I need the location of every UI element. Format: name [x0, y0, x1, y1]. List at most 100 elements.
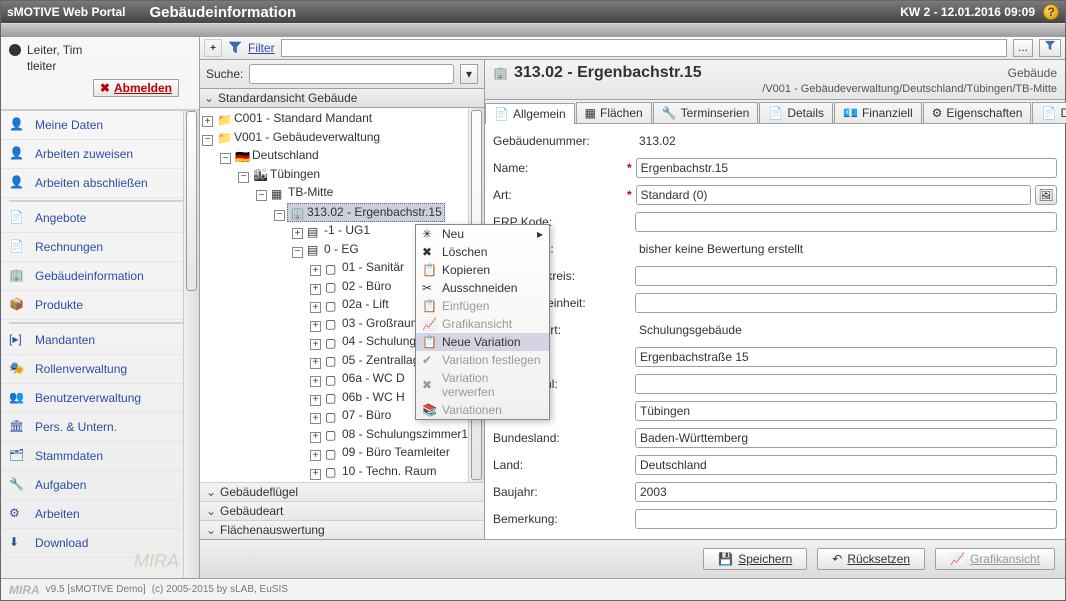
field-value[interactable]: Baden-Württemberg [635, 428, 1057, 448]
toggle-icon[interactable]: + [310, 358, 321, 369]
toggle-icon[interactable]: − [256, 190, 267, 201]
tree-node[interactable]: ▢07 - Büro [323, 407, 393, 424]
tree-node[interactable]: ▢08 - Schulungszimmer1 [323, 426, 470, 443]
tab[interactable]: 📄Allgemein [485, 103, 575, 124]
tree-node[interactable]: 🇩🇪Deutschland [233, 147, 321, 164]
filter-more-button[interactable]: ... [1013, 39, 1033, 57]
tree-section[interactable]: ⌄Flächenauswertung [200, 520, 484, 539]
tab[interactable]: ▦Flächen [576, 102, 652, 123]
toggle-icon[interactable]: + [310, 376, 321, 387]
chevron-down-icon[interactable]: ⌄ [204, 91, 214, 105]
filter-link[interactable]: Filter [248, 41, 275, 55]
tree-node[interactable]: 📁V001 - Gebäudeverwaltung [215, 129, 382, 146]
toggle-icon[interactable]: + [310, 284, 321, 295]
tab[interactable]: 🔧Terminserien [653, 102, 759, 123]
sidebar-item[interactable]: 🎭Rollenverwaltung [1, 355, 199, 384]
sidebar-item[interactable]: [▸]Mandanten [1, 326, 199, 355]
toggle-icon[interactable]: − [220, 153, 231, 164]
tree-section[interactable]: ⌄Gebäudeart [200, 501, 484, 520]
user-name: Leiter, Tim [27, 43, 82, 57]
tree-node-selected[interactable]: 🏢313.02 - Ergenbachstr.15 [287, 203, 445, 222]
toggle-icon[interactable]: + [310, 432, 321, 443]
funnel-icon[interactable] [228, 41, 242, 55]
context-menu-item[interactable]: ✳Neu▸ [416, 225, 549, 243]
tree-node[interactable]: 🏙Tübingen [251, 166, 322, 183]
context-menu-item[interactable]: ✂Ausschneiden [416, 279, 549, 297]
toggle-icon[interactable]: + [310, 339, 321, 350]
context-menu: ✳Neu▸✖Löschen📋Kopieren✂Ausschneiden📋Einf… [415, 224, 550, 420]
tree-section[interactable]: ⌄Gebäudeflügel [200, 482, 484, 501]
tree-node[interactable]: ▢06b - WC H [323, 389, 407, 406]
toggle-icon[interactable]: + [310, 469, 321, 480]
tree-node[interactable]: ▤-1 - UG1 [305, 222, 372, 239]
tree-node[interactable]: 📁C001 - Standard Mandant [215, 110, 374, 127]
sidebar-item[interactable]: 🏢Gebäudeinformation [1, 262, 199, 291]
tree-node[interactable]: ▢09 - Büro Teamleiter [323, 444, 452, 461]
sidebar-item[interactable]: ⚙Arbeiten [1, 500, 199, 529]
tree-node[interactable]: ▢01 - Sanitär [323, 259, 406, 276]
form-row: Bundesland:Baden-Württemberg [493, 427, 1057, 449]
toggle-icon[interactable]: + [310, 265, 321, 276]
tree-node[interactable]: ▢03 - Großraum [323, 315, 423, 332]
tree-node[interactable]: ▢04 - Schulung [323, 333, 418, 350]
field-value[interactable]: Tübingen [635, 401, 1057, 421]
sidebar-scrollbar[interactable] [183, 111, 199, 578]
reset-button[interactable]: ↶Rücksetzen [817, 548, 925, 570]
map-button[interactable]: 🖼 [1035, 185, 1057, 205]
toggle-icon[interactable]: + [310, 450, 321, 461]
toggle-icon[interactable]: + [310, 321, 321, 332]
toggle-icon[interactable]: − [238, 172, 249, 183]
sidebar-item[interactable]: 🔧Aufgaben [1, 471, 199, 500]
tree-node[interactable]: ▤0 - EG [305, 241, 361, 258]
sidebar-item[interactable]: 🏛Pers. & Untern. [1, 413, 199, 442]
help-icon[interactable]: ? [1043, 4, 1059, 20]
field-value[interactable] [635, 266, 1057, 286]
tree-node[interactable]: ▢10 - Techn. Raum [323, 463, 439, 480]
sidebar-item[interactable]: 🗂Stammdaten [1, 442, 199, 471]
field-value[interactable]: Ergenbachstraße 15 [635, 347, 1057, 367]
logout-button[interactable]: ✖ Abmelden [93, 79, 179, 97]
tree-node[interactable]: ▢06a - WC D [323, 370, 407, 387]
sidebar-item[interactable]: ⬇Download [1, 529, 199, 558]
tab[interactable]: 📄Do… [1032, 102, 1066, 123]
search-input[interactable] [249, 64, 454, 84]
field-value[interactable] [635, 509, 1057, 529]
toggle-icon[interactable]: + [292, 228, 303, 239]
tree-node[interactable]: ▢02a - Lift [323, 296, 391, 313]
field-value[interactable]: Deutschland [635, 455, 1057, 475]
expand-button[interactable]: + [204, 39, 222, 57]
tree-node[interactable]: ▦TB-Mitte [269, 184, 335, 201]
tree-node[interactable]: ▢02 - Büro [323, 278, 393, 295]
toggle-icon[interactable]: + [310, 302, 321, 313]
search-dropdown[interactable]: ▾ [460, 64, 478, 84]
toggle-icon[interactable]: + [310, 413, 321, 424]
toggle-icon[interactable]: + [310, 395, 321, 406]
tab[interactable]: ⚙Eigenschaften [923, 102, 1032, 123]
toggle-icon[interactable]: + [202, 116, 213, 127]
context-menu-item[interactable]: 📋Neue Variation [416, 333, 549, 351]
save-button[interactable]: 💾Speichern [703, 548, 807, 570]
sidebar-item[interactable]: 📄Angebote [1, 204, 199, 233]
toggle-icon[interactable]: − [274, 210, 285, 221]
field-value[interactable] [635, 293, 1057, 313]
graphics-button[interactable]: 📈Grafikansicht [935, 548, 1055, 570]
filter-input[interactable] [281, 39, 1007, 57]
context-menu-item[interactable]: ✖Löschen [416, 243, 549, 261]
sidebar-item[interactable]: 👥Benutzerverwaltung [1, 384, 199, 413]
field-value[interactable] [635, 374, 1057, 394]
tab[interactable]: 📄Details [759, 102, 833, 123]
sidebar-item[interactable]: 👤Arbeiten zuweisen [1, 140, 199, 169]
field-value[interactable] [635, 212, 1057, 232]
sidebar-item[interactable]: 📦Produkte [1, 291, 199, 320]
sidebar-item[interactable]: 👤Arbeiten abschließen [1, 169, 199, 198]
tab[interactable]: 💶Finanziell [834, 102, 922, 123]
field-value[interactable]: Ergenbachstr.15 [636, 158, 1057, 178]
sidebar-item[interactable]: 📄Rechnungen [1, 233, 199, 262]
context-menu-item[interactable]: 📋Kopieren [416, 261, 549, 279]
sidebar-item[interactable]: 👤Meine Daten [1, 111, 199, 140]
field-value[interactable]: Standard (0) [636, 185, 1031, 205]
filter-funnel-button[interactable] [1039, 39, 1061, 57]
field-value[interactable]: 2003 [635, 482, 1057, 502]
toggle-icon[interactable]: − [292, 247, 303, 258]
toggle-icon[interactable]: − [202, 135, 213, 146]
